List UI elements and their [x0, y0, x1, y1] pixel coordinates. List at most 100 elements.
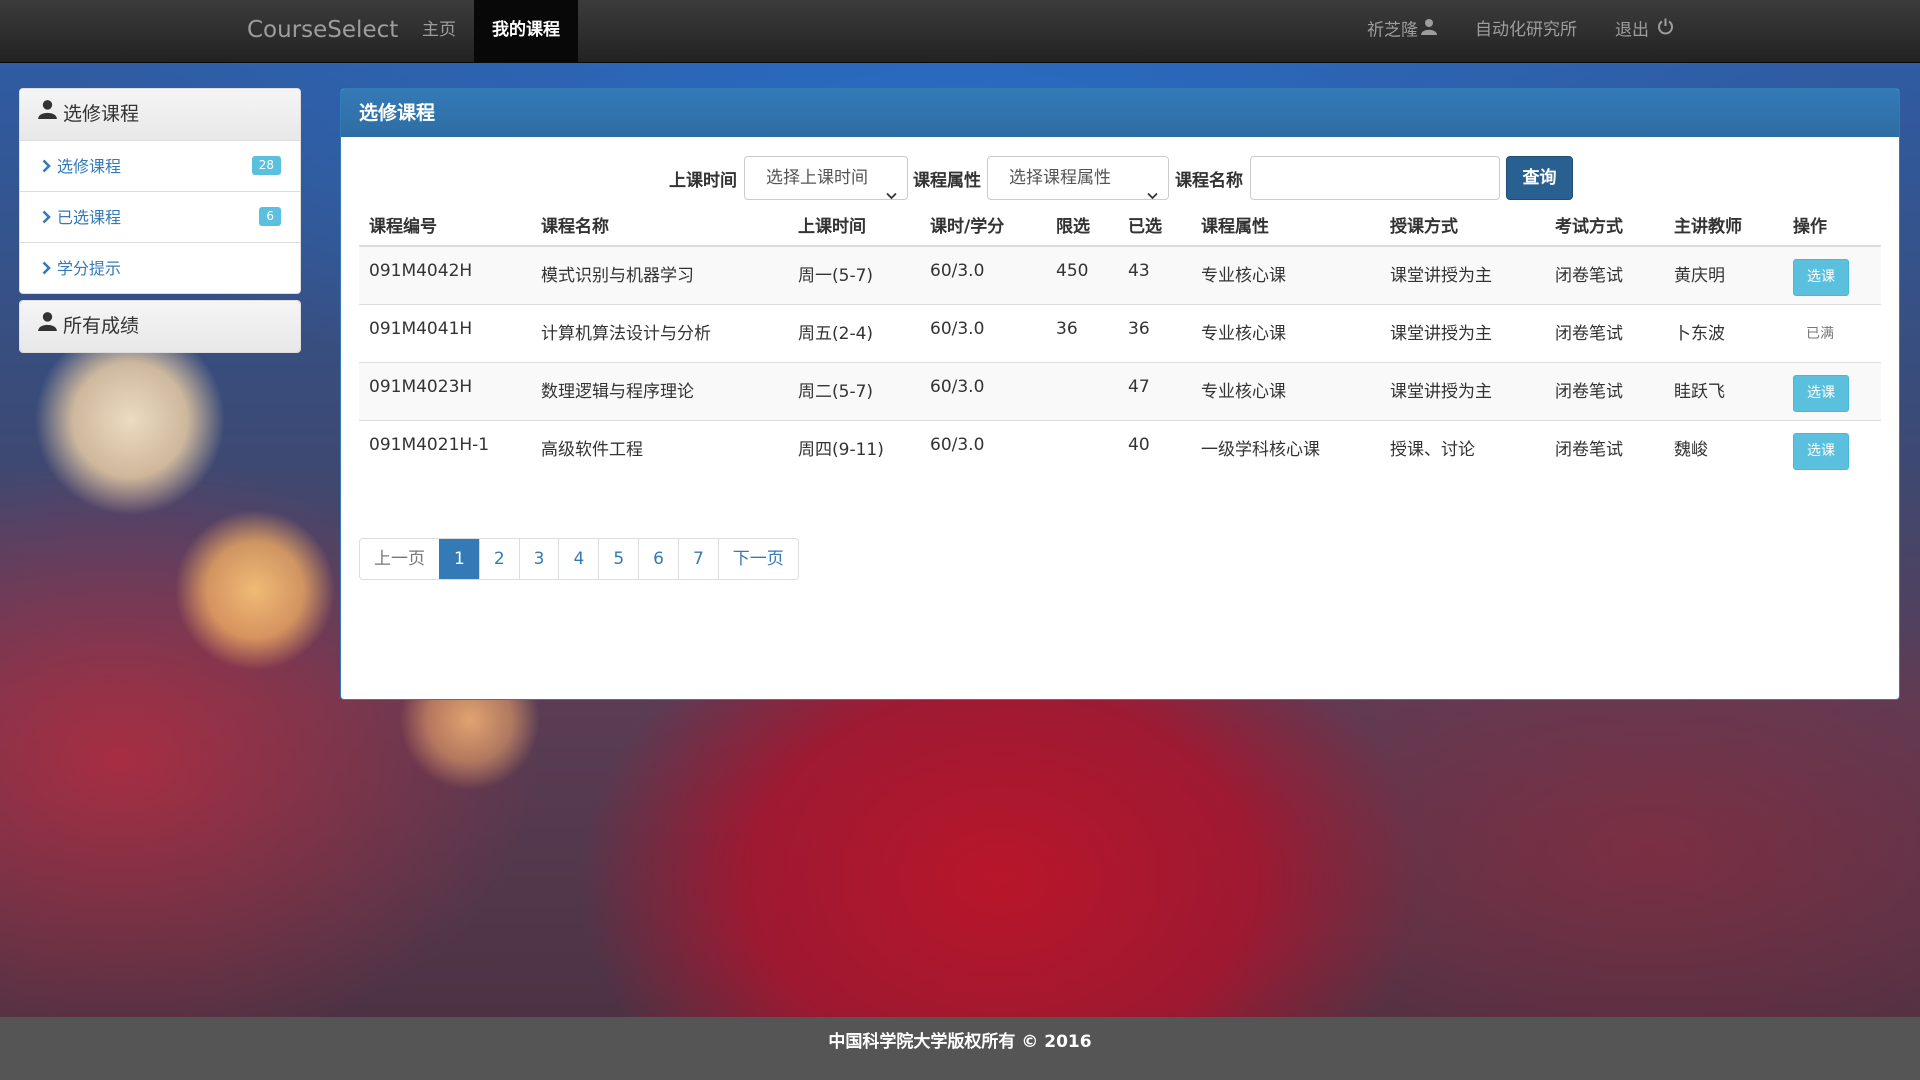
course-name-input[interactable]: [1250, 156, 1500, 200]
table-row: 091M4041H 计算机算法设计与分析 周五(2-4) 60/3.0 36 3…: [359, 303, 1881, 362]
attr-filter-label: 课程属性: [913, 171, 981, 191]
cell-selected: 47: [1118, 361, 1191, 420]
next-page-button[interactable]: 下一页: [717, 539, 798, 579]
table-row: 091M4042H 模式识别与机器学习 周一(5-7) 60/3.0 450 4…: [359, 245, 1881, 304]
cell-code: 091M4042H: [359, 245, 531, 304]
user-icon: [1421, 0, 1437, 61]
cell-selected: 43: [1118, 245, 1191, 304]
col-header-mode: 授课方式: [1380, 203, 1545, 247]
pagination: 上一页 1 2 3 4 5 6 7 下一页: [359, 538, 799, 580]
cell-exam: 闭卷笔试: [1545, 303, 1664, 362]
cell-hours: 60/3.0: [920, 303, 1046, 362]
col-header-exam: 考试方式: [1545, 203, 1664, 247]
panel-title: 选修课程: [341, 89, 1899, 137]
cell-hours: 60/3.0: [920, 245, 1046, 304]
brand-logo[interactable]: CourseSelect: [247, 17, 398, 43]
col-header-time: 上课时间: [788, 203, 920, 247]
cell-time: 周五(2-4): [788, 303, 920, 362]
cell-code: 091M4041H: [359, 303, 531, 362]
cell-name: 模式识别与机器学习: [531, 245, 788, 304]
top-navbar: CourseSelect 主页 我的课程 祈芝隆 自动化研究所 退出: [0, 0, 1920, 63]
sidebar-section-header[interactable]: 所有成绩: [20, 301, 300, 352]
page-button-2[interactable]: 2: [478, 539, 519, 579]
chevron-right-icon: [42, 244, 51, 293]
cell-attr: 专业核心课: [1191, 361, 1380, 420]
nav-user[interactable]: 祈芝隆: [1349, 0, 1455, 63]
cell-name: 高级软件工程: [531, 419, 788, 478]
cell-action: 选课: [1783, 419, 1881, 478]
col-header-name: 课程名称: [531, 203, 788, 247]
time-select[interactable]: 选择上课时间: [744, 156, 908, 200]
page-button-4[interactable]: 4: [558, 539, 599, 579]
cell-limit: [1046, 361, 1118, 420]
name-filter-label: 课程名称: [1175, 171, 1243, 191]
table-header-row: 课程编号 课程名称 上课时间 课时/学分 限选 已选 课程属性 授课方式 考试方…: [359, 203, 1881, 247]
select-course-button[interactable]: 选课: [1793, 432, 1849, 470]
page-button-3[interactable]: 3: [518, 539, 559, 579]
user-icon: [38, 301, 57, 350]
attr-select-value: 选择课程属性: [1009, 168, 1111, 188]
nav-my-courses[interactable]: 我的课程: [474, 0, 578, 63]
select-course-button[interactable]: 选课: [1793, 374, 1849, 412]
col-header-selected: 已选: [1118, 203, 1191, 247]
cell-exam: 闭卷笔试: [1545, 361, 1664, 420]
sidebar: 选修课程 选修课程 28 已选课程 6 学分提示 所有成绩: [19, 88, 301, 359]
prev-page-button[interactable]: 上一页: [360, 539, 439, 579]
cell-teacher: 黄庆明: [1664, 245, 1783, 304]
cell-time: 周二(5-7): [788, 361, 920, 420]
sidebar-section-grades: 所有成绩: [19, 300, 301, 353]
page-button-5[interactable]: 5: [598, 539, 639, 579]
nav-user-name: 祈芝隆: [1367, 20, 1418, 41]
cell-teacher: 魏峻: [1664, 419, 1783, 478]
sidebar-item-selected-courses[interactable]: 已选课程 6: [20, 191, 300, 242]
select-course-button[interactable]: 选课: [1793, 259, 1849, 296]
cell-limit: 36: [1046, 303, 1118, 362]
count-badge: 28: [251, 156, 281, 175]
page-button-1[interactable]: 1: [439, 539, 479, 579]
logout-label: 退出: [1615, 20, 1649, 41]
cell-hours: 60/3.0: [920, 361, 1046, 420]
col-header-hours: 课时/学分: [920, 203, 1046, 247]
cell-selected: 40: [1118, 419, 1191, 478]
page-button-7[interactable]: 7: [677, 539, 718, 579]
sidebar-item-elective-courses[interactable]: 选修课程 28: [20, 140, 300, 191]
sidebar-section-header[interactable]: 选修课程: [20, 89, 300, 140]
nav-logout[interactable]: 退出: [1597, 0, 1692, 63]
cell-exam: 闭卷笔试: [1545, 419, 1664, 478]
chevron-right-icon: [42, 142, 51, 193]
query-button[interactable]: 查询: [1506, 156, 1573, 200]
table-row: 091M4023H 数理逻辑与程序理论 周二(5-7) 60/3.0 47 专业…: [359, 361, 1881, 420]
page-button-6[interactable]: 6: [638, 539, 678, 579]
course-table: 课程编号 课程名称 上课时间 课时/学分 限选 已选 课程属性 授课方式 考试方…: [359, 203, 1881, 478]
cell-attr: 专业核心课: [1191, 303, 1380, 362]
course-panel: 选修课程 上课时间 选择上课时间 课程属性 选择课程属性 课程名称 查询 课程编…: [340, 88, 1900, 700]
footer: 中国科学院大学版权所有 © 2016: [0, 1017, 1920, 1080]
cell-time: 周一(5-7): [788, 245, 920, 304]
sidebar-item-label: 已选课程: [57, 208, 122, 227]
chevron-right-icon: [42, 193, 51, 244]
count-badge: 6: [259, 207, 281, 226]
cell-teacher: 卜东波: [1664, 303, 1783, 362]
attr-select[interactable]: 选择课程属性: [987, 156, 1169, 200]
nav-home[interactable]: 主页: [404, 0, 474, 63]
cell-limit: [1046, 419, 1118, 478]
nav-institute[interactable]: 自动化研究所: [1457, 0, 1595, 63]
sidebar-item-credit-tips[interactable]: 学分提示: [20, 242, 300, 293]
filter-bar: 上课时间 选择上课时间 课程属性 选择课程属性 课程名称 查询: [341, 156, 1899, 202]
col-header-limit: 限选: [1046, 203, 1118, 247]
cell-action: 选课: [1783, 361, 1881, 420]
sidebar-section-elective: 选修课程 选修课程 28 已选课程 6 学分提示: [19, 88, 301, 294]
cell-exam: 闭卷笔试: [1545, 245, 1664, 304]
copyright-text: 中国科学院大学版权所有 © 2016: [828, 1032, 1092, 1052]
cell-mode: 课堂讲授为主: [1380, 245, 1545, 304]
cell-code: 091M4023H: [359, 361, 531, 420]
sidebar-section-title: 所有成绩: [63, 315, 140, 337]
cell-attr: 一级学科核心课: [1191, 419, 1380, 478]
course-full-label: 已满: [1806, 325, 1834, 342]
col-header-teacher: 主讲教师: [1664, 203, 1783, 247]
cell-code: 091M4021H-1: [359, 419, 531, 478]
user-icon: [38, 89, 57, 138]
cell-mode: 授课、讨论: [1380, 419, 1545, 478]
cell-mode: 课堂讲授为主: [1380, 361, 1545, 420]
cell-teacher: 眭跃飞: [1664, 361, 1783, 420]
